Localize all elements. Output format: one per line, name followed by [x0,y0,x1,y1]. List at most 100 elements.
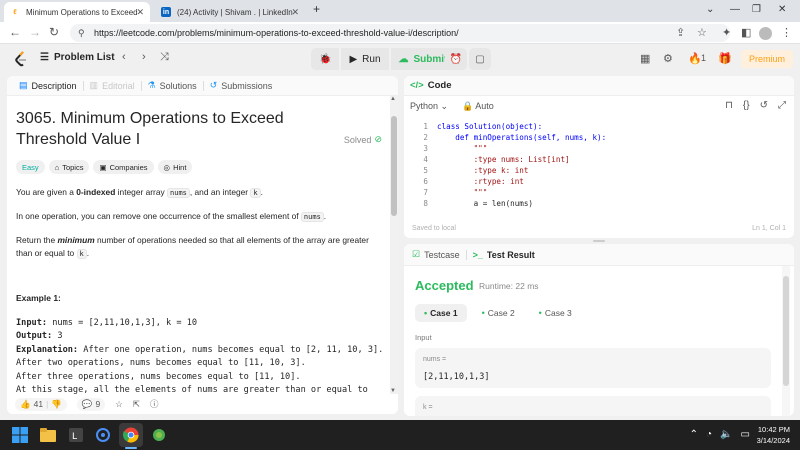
chrome-menu-icon[interactable]: ⋮ [781,26,792,39]
terminal-app-icon[interactable]: L [68,427,84,443]
hint-chip[interactable]: ◎ Hint [157,160,193,174]
notes-button[interactable]: ▢ [469,48,491,70]
cloud-upload-icon: ☁ [398,53,409,65]
reload-icon[interactable]: ↻ [49,25,59,39]
input-value-box: k = [415,396,771,416]
chrome-icon[interactable] [123,427,139,443]
scroll-up-icon[interactable]: ▲ [390,96,396,102]
prev-problem-icon[interactable]: ‹ [122,51,126,63]
line-number: 6 [423,177,428,186]
star-icon[interactable]: ☆ [115,399,123,410]
forward-icon[interactable]: → [29,25,41,39]
pass-dot-icon: • [424,308,428,318]
case-tab-1[interactable]: • Case 1 [415,304,467,322]
leetcode-logo-icon[interactable] [14,51,28,67]
result-status: Accepted [415,278,474,293]
volume-icon[interactable]: 🔈 [720,429,732,440]
system-clock[interactable]: 10:42 PM 3/14/2024 [757,424,790,446]
scrollbar-thumb[interactable] [783,276,789,386]
case-tab-2[interactable]: • Case 2 [473,304,524,322]
like-button[interactable]: 👍 41 | 👎 [15,397,67,411]
install-app-icon[interactable]: ⇪ [676,26,685,39]
dev-app-icon[interactable] [95,427,111,443]
profile-avatar[interactable] [759,27,772,40]
solved-badge: Solved ⊘ [344,134,382,145]
restore-icon[interactable]: ❐ [752,4,761,15]
browser-tab-leetcode[interactable]: ℓ Minimum Operations to Exceed ✕ [4,2,150,22]
extensions-icon[interactable]: ✦ [722,26,731,39]
tab-editorial[interactable]: ▥ Editorial [84,80,141,91]
problem-title[interactable]: 3065. Minimum Operations to Exceed Thres… [16,108,326,150]
new-tab-button[interactable]: + [313,2,320,16]
panel-resize-handle[interactable] [593,240,605,242]
minimize-icon[interactable]: — [730,4,740,15]
browser-tabbar: ℓ Minimum Operations to Exceed ✕ in (24)… [0,0,800,22]
url-input[interactable]: ⚲ https://leetcode.com/problems/minimum-… [70,24,730,42]
divider: | [46,399,49,409]
auto-mode-toggle[interactable]: 🔒 Auto [462,101,494,112]
companies-chip[interactable]: ▣ Companies [93,160,154,174]
windows-start-icon[interactable] [12,427,28,443]
close-tab-icon[interactable]: ✕ [291,7,299,18]
scrollbar-thumb[interactable] [391,116,397,216]
run-button[interactable]: ▶ Run [341,48,389,70]
premium-button[interactable]: Premium [741,50,793,68]
bookmark-icon[interactable]: ⊓ [725,100,733,111]
language-select[interactable]: Python ⌄ [410,101,448,112]
description-paragraph: You are given a 0-indexed integer array … [16,186,380,200]
streak-fire-icon[interactable]: 🔥 [688,52,702,65]
bookmark-star-icon[interactable]: ☆ [697,26,707,39]
topics-chip[interactable]: ⌂ Topics [48,160,90,174]
clock-time: 10:42 PM [757,425,790,434]
case-tab-3[interactable]: • Case 3 [530,304,581,322]
wifi-icon[interactable]: ◔ [706,429,712,440]
settings-gear-icon[interactable]: ⚙ [663,52,673,65]
description-scrollbar[interactable]: ▲ ▼ [390,96,398,394]
shuffle-icon[interactable]: ⤨ [160,51,169,64]
timer-button[interactable]: ⏰ [445,48,467,70]
chevron-up-icon[interactable]: ⌃ [690,429,698,440]
problem-tags: Easy ⌂ Topics ▣ Companies ◎ Hint [16,160,380,174]
code-line: def minOperations(self, nums, k): [437,133,607,142]
tab-submissions[interactable]: ↺ Submissions [204,80,279,91]
share-icon[interactable]: ⇱ [133,399,140,410]
next-problem-icon[interactable]: › [142,51,146,63]
example-block: Input: nums = [2,11,10,1,3], k = 10 Outp… [16,317,383,394]
run-submit-group: 🐞 ▶ Run ☁ Submit [311,48,456,70]
gift-icon[interactable]: 🎁 [718,52,732,65]
comment-count: 9 [95,399,101,409]
tab-solutions[interactable]: ⚗ Solutions [142,80,203,91]
layout-icon[interactable]: ▦ [640,52,650,65]
bug-app-icon[interactable] [151,427,167,443]
close-window-icon[interactable]: ✕ [778,4,786,15]
runtime-text: Runtime: 22 ms [479,281,539,291]
help-icon[interactable]: ⓘ [150,398,159,410]
comments-button[interactable]: 💬 9 [76,397,106,411]
close-tab-icon[interactable]: ✕ [136,7,144,18]
fullscreen-icon[interactable]: ⤢ [778,100,786,111]
tab-search-icon[interactable]: ⌄ [706,4,714,15]
tab-description[interactable]: ▤ Description [13,80,83,91]
reset-icon[interactable]: ↺ [760,100,768,111]
line-number: 8 [423,199,428,208]
thumbs-down-icon[interactable]: 👎 [51,399,62,410]
example-label: Input: [16,318,48,328]
site-info-icon[interactable]: ⚲ [78,24,85,42]
battery-icon[interactable]: ▭ [741,429,750,440]
code-editor[interactable]: 1 2 3 4 5 6 7 8 class Solution(object): … [404,122,794,214]
debug-button[interactable]: 🐞 [311,48,340,70]
note-icon: ▢ [475,53,485,65]
format-braces-icon[interactable]: {} [743,100,750,111]
problem-list-button[interactable]: ☰ Problem List [40,52,115,63]
streak-count: 1 [701,53,707,63]
side-panel-icon[interactable]: ◧ [741,26,751,39]
tab-test-result[interactable]: >_ Test Result [473,250,535,260]
back-icon[interactable]: ← [9,25,21,39]
file-explorer-icon[interactable] [40,427,56,443]
difficulty-badge: Easy [16,160,45,174]
example-text: nums = [2,11,10,1,3], k = 10 [47,318,198,328]
leetcode-topnav: ☰ Problem List ‹ › ⤨ 🐞 ▶ Run ☁ Submit ⏰ ▢ … [0,44,800,74]
browser-tab-linkedin[interactable]: in (24) Activity | Shivam . | LinkedIn ✕ [155,2,305,22]
tab-testcase[interactable]: ☑ Testcase [412,249,460,260]
result-scrollbar[interactable] [782,266,790,416]
